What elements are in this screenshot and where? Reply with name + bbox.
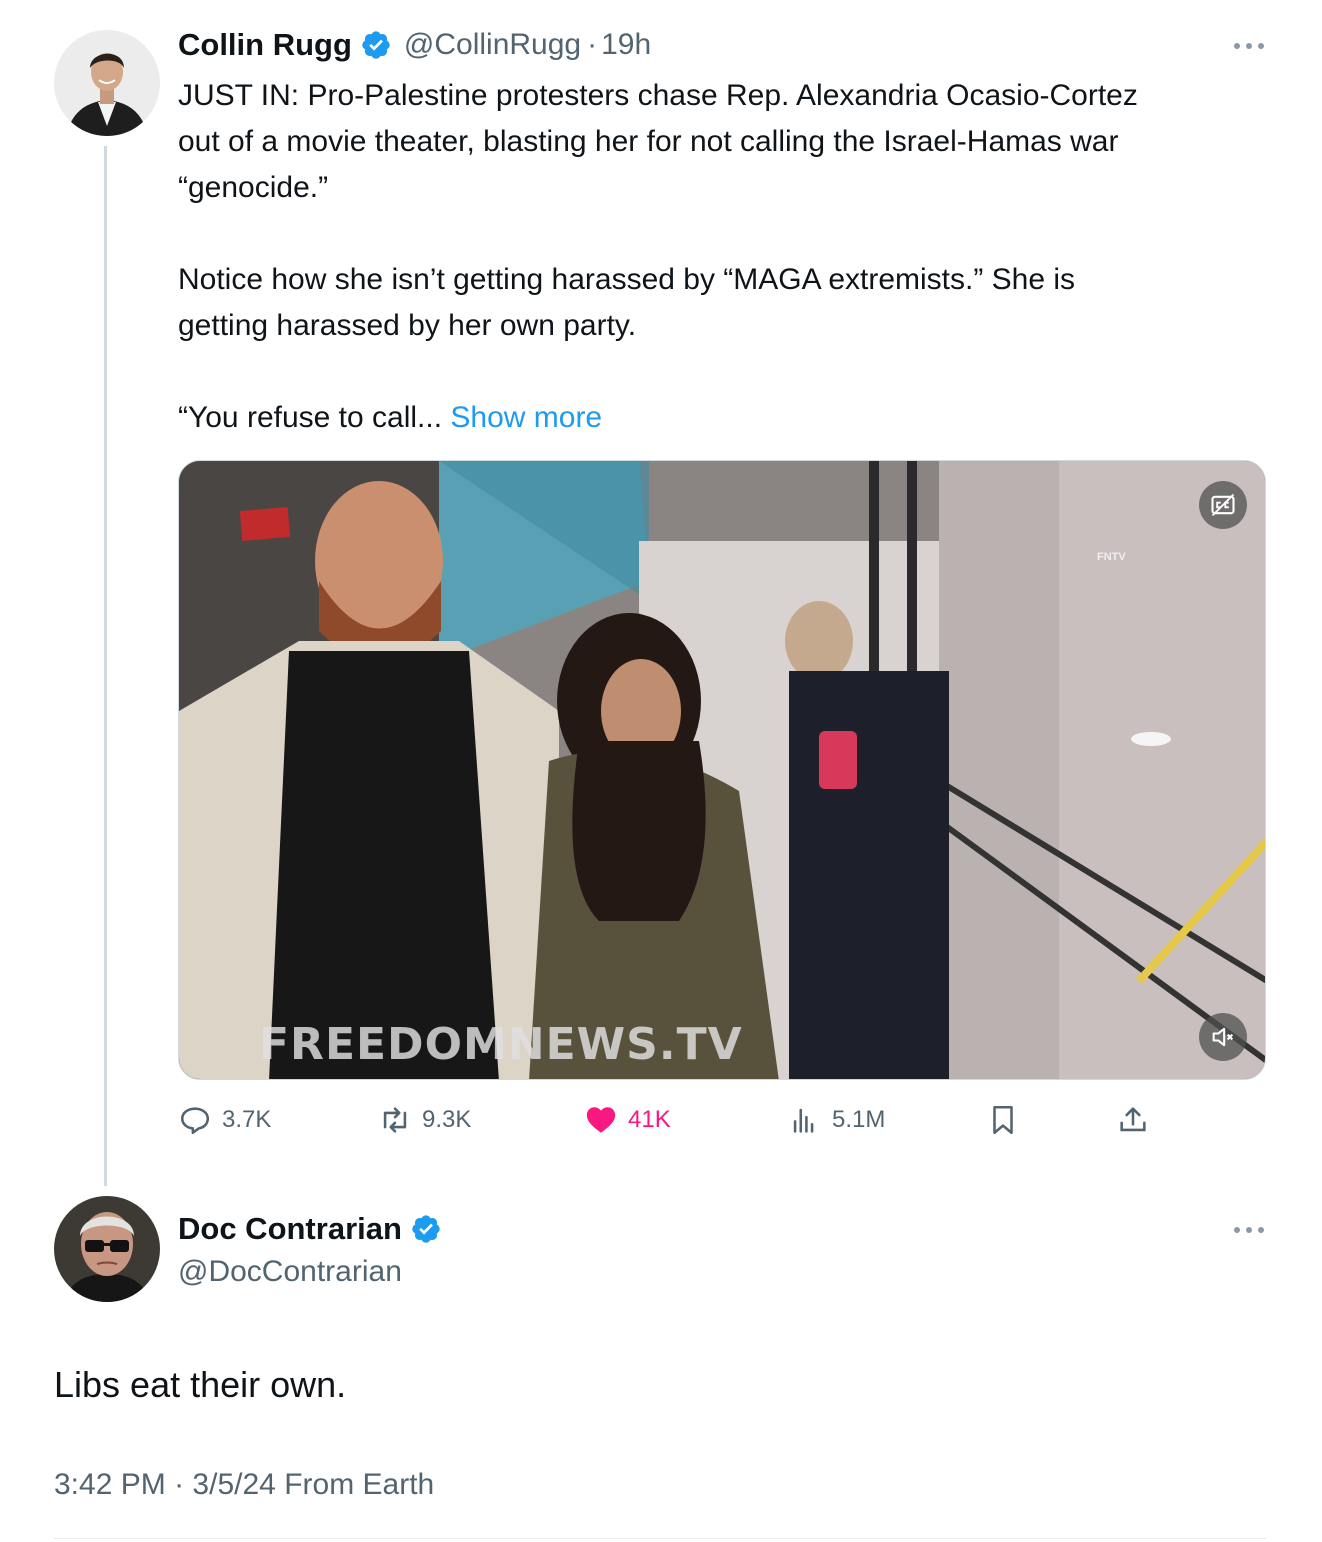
share-button[interactable] [1116, 1100, 1150, 1140]
reply-count: 3.7K [222, 1106, 272, 1133]
views-button[interactable]: 5.1M [788, 1100, 885, 1140]
post-date[interactable]: 3/5/24 [192, 1468, 275, 1501]
repost-icon [378, 1103, 412, 1137]
separator-dot: · [587, 28, 598, 61]
author-handle[interactable]: @CollinRugg [404, 28, 581, 62]
author-name[interactable]: Collin Rugg [178, 27, 352, 63]
avatar-collin-rugg[interactable] [54, 30, 160, 136]
tweet-text-line: “You refuse to call... [178, 401, 443, 434]
post-time[interactable]: 3:42 PM [54, 1468, 166, 1501]
separator-dot: · [174, 1468, 185, 1501]
like-button[interactable]: 41K [584, 1100, 671, 1140]
tweet-text-line: Notice how she isn’t getting harassed by… [178, 263, 1076, 296]
tweet-text-line: out of a movie theater, blasting her for… [178, 125, 1119, 158]
tweet-actions: 3.7K 9.3K 41K 5.1M [178, 1100, 1178, 1140]
bookmark-icon [986, 1103, 1020, 1137]
verified-badge-icon[interactable] [360, 29, 392, 61]
heart-filled-icon [584, 1103, 618, 1137]
views-icon [788, 1103, 822, 1137]
bookmark-button[interactable] [986, 1100, 1020, 1140]
original-tweet-header: Collin Rugg @CollinRugg · 19h [178, 24, 651, 66]
tweet-text-line: JUST IN: Pro-Palestine protesters chase … [178, 79, 1138, 112]
author-handle[interactable]: @DocContrarian [178, 1255, 402, 1289]
video-player[interactable]: FREEDOMNEWS.TV FNTV [178, 460, 1266, 1080]
reply-body: Libs eat their own. [54, 1364, 347, 1405]
tweet-text-line: “genocide.” [178, 171, 329, 204]
repost-count: 9.3K [422, 1106, 472, 1133]
tweet-body: JUST IN: Pro-Palestine protesters chase … [178, 73, 1268, 441]
post-source: From Earth [284, 1468, 435, 1501]
verified-badge-icon[interactable] [410, 1213, 442, 1245]
more-options-icon[interactable] [1232, 41, 1266, 51]
video-watermark: FREEDOMNEWS.TV [259, 1019, 743, 1070]
tweet-text-line: getting harassed by her own party. [178, 309, 637, 342]
time-ago[interactable]: 19h [601, 28, 651, 62]
like-count: 41K [628, 1106, 671, 1133]
reply-icon [178, 1103, 212, 1137]
avatar-image [54, 30, 160, 136]
author-name[interactable]: Doc Contrarian [178, 1211, 402, 1247]
share-icon [1116, 1103, 1150, 1137]
reply-tweet-header: Doc Contrarian [178, 1208, 442, 1250]
thread-connector-line [104, 146, 107, 1186]
repost-button[interactable]: 9.3K [378, 1100, 471, 1140]
volume-muted-icon[interactable] [1199, 1013, 1247, 1061]
show-more-link[interactable]: Show more [450, 401, 602, 434]
avatar-image [54, 1196, 160, 1302]
views-count: 5.1M [832, 1106, 886, 1133]
reply-handle-row: @DocContrarian [178, 1252, 402, 1292]
divider [54, 1538, 1266, 1539]
more-options-icon[interactable] [1232, 1225, 1266, 1235]
captions-icon[interactable] [1199, 481, 1247, 529]
channel-tag: FNTV [1097, 551, 1126, 563]
tweet-metadata: 3:42 PM · 3/5/24 From Earth [54, 1468, 434, 1502]
reply-button[interactable]: 3.7K [178, 1100, 271, 1140]
avatar-doc-contrarian[interactable] [54, 1196, 160, 1302]
